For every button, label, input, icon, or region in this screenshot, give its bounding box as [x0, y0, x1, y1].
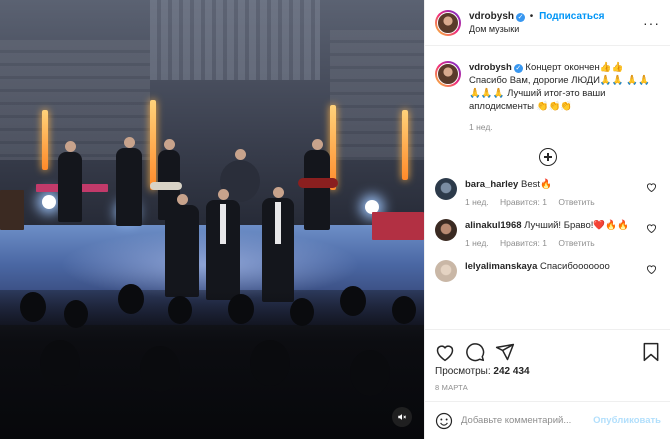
- heart-icon[interactable]: [646, 182, 657, 192]
- reply-button[interactable]: Ответить: [558, 197, 594, 207]
- post-location[interactable]: Дом музыки: [469, 24, 643, 34]
- spotlight: [42, 195, 56, 209]
- audience-member: [140, 346, 180, 392]
- comment-username[interactable]: lelyalimanskaya: [465, 261, 537, 272]
- hall-wall-right: [330, 30, 424, 160]
- comment-text: Лучший! Браво!❤️🔥🔥: [524, 220, 629, 231]
- stage-light: [402, 110, 408, 180]
- comment-icon[interactable]: [465, 342, 485, 362]
- heart-icon[interactable]: [435, 342, 455, 362]
- heart-icon[interactable]: [646, 223, 657, 233]
- comment-time: 1 нед.: [465, 238, 489, 248]
- verified-badge-icon: ✓: [516, 13, 526, 22]
- comment-input[interactable]: [461, 415, 594, 426]
- singer: [262, 187, 294, 302]
- views-count: 242 434: [493, 366, 530, 377]
- post-side-panel: vdrobysh ✓ • Подписаться Дом музыки ··· v…: [424, 0, 670, 439]
- audience-member: [340, 286, 366, 316]
- speaker-muted-icon: [398, 414, 407, 420]
- post-date: 8 МАРТА: [435, 383, 468, 392]
- emoji-icon[interactable]: [435, 412, 453, 430]
- comment-username[interactable]: alinakul1968: [465, 220, 522, 231]
- comment-item: lelyalimanskaya Спасибооооооо: [435, 260, 661, 282]
- plus-circle-icon: [539, 148, 557, 166]
- caption-author-avatar[interactable]: [435, 61, 461, 87]
- commenter-avatar[interactable]: [435, 178, 457, 200]
- publish-button[interactable]: Опубликовать: [593, 415, 661, 426]
- mute-button[interactable]: [392, 407, 412, 427]
- bookmark-icon[interactable]: [641, 342, 661, 362]
- post-video[interactable]: [0, 0, 424, 439]
- organ-pipes: [150, 0, 320, 80]
- audience-member: [250, 340, 290, 386]
- caption-time: 1 нед.: [469, 122, 493, 132]
- band-member: [304, 139, 330, 230]
- load-more-comments-button[interactable]: [435, 148, 661, 166]
- comment-time: 1 нед.: [465, 197, 489, 207]
- comment-likes[interactable]: Нравится: 1: [500, 238, 547, 248]
- band-member: [58, 141, 82, 222]
- comment-text: Спасибооооооо: [540, 261, 610, 272]
- comments-list: vdrobysh ✓ Концерт окончен👍👍 Спасибо Вам,…: [425, 47, 670, 329]
- reply-button[interactable]: Ответить: [558, 238, 594, 248]
- guitar: [150, 182, 182, 190]
- band-member: [116, 137, 142, 226]
- comment-username[interactable]: bara_harley: [465, 179, 518, 190]
- add-comment-bar: Опубликовать: [425, 401, 670, 439]
- commenter-avatar[interactable]: [435, 219, 457, 241]
- views-label: Просмотры:: [435, 366, 491, 377]
- singer: [206, 189, 240, 300]
- audience-member: [40, 340, 80, 386]
- audience-member: [168, 296, 192, 324]
- piano: [0, 190, 24, 230]
- audience-member: [64, 300, 88, 328]
- comment-item: alinakul1968 Лучший! Браво!❤️🔥🔥 1 нед. Н…: [435, 219, 661, 248]
- audience-member: [20, 292, 46, 322]
- stage-light: [150, 100, 156, 190]
- guitar: [298, 178, 338, 188]
- singer: [165, 194, 199, 297]
- comment-text: Best🔥: [520, 179, 552, 190]
- audience-member: [228, 294, 254, 324]
- views-counter[interactable]: Просмотры: 242 434: [425, 364, 670, 377]
- more-options-icon[interactable]: ···: [643, 16, 660, 30]
- comment-item: bara_harley Best🔥 1 нед. Нравится: 1 Отв…: [435, 178, 661, 207]
- keyboard-instrument: [372, 212, 424, 240]
- post-caption: vdrobysh ✓ Концерт окончен👍👍 Спасибо Вам,…: [435, 61, 661, 134]
- audience-member: [290, 298, 314, 326]
- post-actions: Просмотры: 242 434 8 МАРТА Опубликовать: [425, 329, 670, 439]
- comment-likes[interactable]: Нравится: 1: [500, 197, 547, 207]
- commenter-avatar[interactable]: [435, 260, 457, 282]
- author-avatar[interactable]: [435, 9, 461, 36]
- verified-badge-icon: ✓: [513, 64, 523, 73]
- audience-member: [350, 350, 390, 396]
- audience-member: [118, 284, 144, 314]
- author-username[interactable]: vdrobysh: [469, 11, 514, 22]
- heart-icon[interactable]: [646, 264, 657, 274]
- instagram-post-view: vdrobysh ✓ • Подписаться Дом музыки ··· v…: [0, 0, 670, 439]
- caption-username[interactable]: vdrobysh: [469, 62, 512, 73]
- audience-member: [392, 296, 416, 324]
- follow-button[interactable]: Подписаться: [539, 11, 604, 22]
- post-header: vdrobysh ✓ • Подписаться Дом музыки ···: [425, 0, 670, 46]
- share-icon[interactable]: [495, 342, 515, 362]
- stage-light: [42, 110, 48, 170]
